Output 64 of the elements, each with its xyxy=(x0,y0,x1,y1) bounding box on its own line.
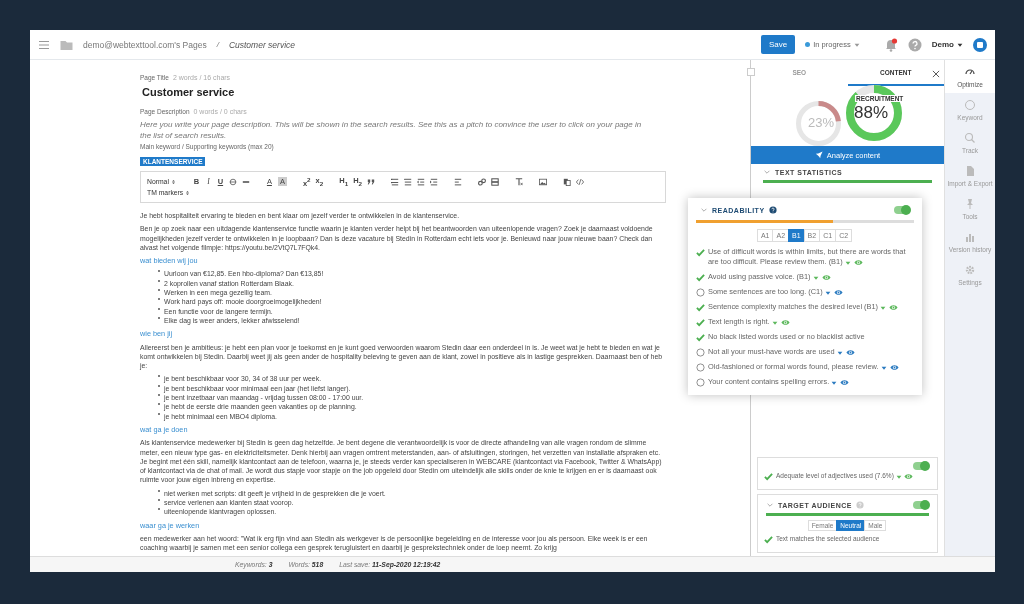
chevron-icon xyxy=(763,168,771,176)
help-icon xyxy=(768,206,777,214)
indent-icon xyxy=(430,177,439,186)
caret-icon xyxy=(880,364,887,371)
caret-icon xyxy=(895,473,902,480)
toggle-switch[interactable] xyxy=(894,206,910,214)
eye-icon xyxy=(820,273,832,283)
breadcrumb-link[interactable]: demo@webtexttool.com's Pages xyxy=(83,39,207,50)
chevron-icon xyxy=(700,206,708,214)
document-icon xyxy=(964,165,976,177)
updown-icon xyxy=(185,189,191,196)
page-name: Customer service xyxy=(228,39,296,50)
user-menu[interactable]: Demo xyxy=(931,40,963,49)
strikethrough-icon xyxy=(228,177,237,186)
folder-icon xyxy=(60,38,73,51)
score-value: 88% xyxy=(854,103,889,123)
description-field[interactable]: Here you write your page description. This will be shown in the search results. See this as a pitch to convince the user to click on your page in the list of search results. xyxy=(140,120,650,141)
eye-icon xyxy=(779,318,791,328)
caret-icon xyxy=(844,259,851,266)
score-value: 23% xyxy=(808,115,835,130)
caret-icon xyxy=(880,304,887,311)
align-icon xyxy=(454,177,463,186)
eye-icon xyxy=(903,472,915,481)
save-button[interactable]: Save xyxy=(761,35,796,54)
avatar-icon xyxy=(973,37,987,52)
numbered-list-icon xyxy=(391,177,400,186)
menu-icon xyxy=(38,38,50,51)
eye-icon xyxy=(852,258,864,268)
clear-format-icon xyxy=(515,177,524,186)
rocket-icon xyxy=(814,151,823,159)
caret-icon xyxy=(853,41,860,48)
eye-icon xyxy=(844,348,856,358)
updown-icon xyxy=(170,178,176,185)
eye-icon xyxy=(832,288,844,298)
circle-icon xyxy=(964,99,976,111)
outdent-icon xyxy=(417,177,426,186)
caret-icon xyxy=(812,274,819,281)
breadcrumb-separator: / xyxy=(216,40,219,49)
caret-icon xyxy=(831,379,838,386)
help-icon xyxy=(856,501,864,509)
image-icon xyxy=(539,177,548,186)
eye-icon xyxy=(888,303,900,313)
chevron-icon xyxy=(766,501,774,509)
paste-icon xyxy=(563,177,572,186)
bullet-icon xyxy=(157,498,161,502)
search-icon xyxy=(964,132,976,144)
bullet-list-icon xyxy=(404,177,413,186)
close-icon xyxy=(932,69,940,78)
page-title-field[interactable]: Customer service xyxy=(142,86,750,98)
settings-icon xyxy=(964,264,976,276)
toggle-switch[interactable] xyxy=(913,462,929,470)
eye-icon xyxy=(888,363,900,373)
eye-icon xyxy=(839,378,851,388)
code-icon xyxy=(576,177,585,186)
caret-icon xyxy=(836,349,843,356)
help-icon xyxy=(907,37,922,52)
collapse-button[interactable] xyxy=(747,68,755,76)
caret-icon xyxy=(771,319,778,326)
toggle-switch[interactable] xyxy=(913,501,929,509)
bar-chart-icon xyxy=(964,231,976,243)
caret-icon xyxy=(957,41,963,48)
caret-icon xyxy=(824,289,831,296)
quote-icon xyxy=(367,177,376,186)
link-icon xyxy=(478,177,487,186)
